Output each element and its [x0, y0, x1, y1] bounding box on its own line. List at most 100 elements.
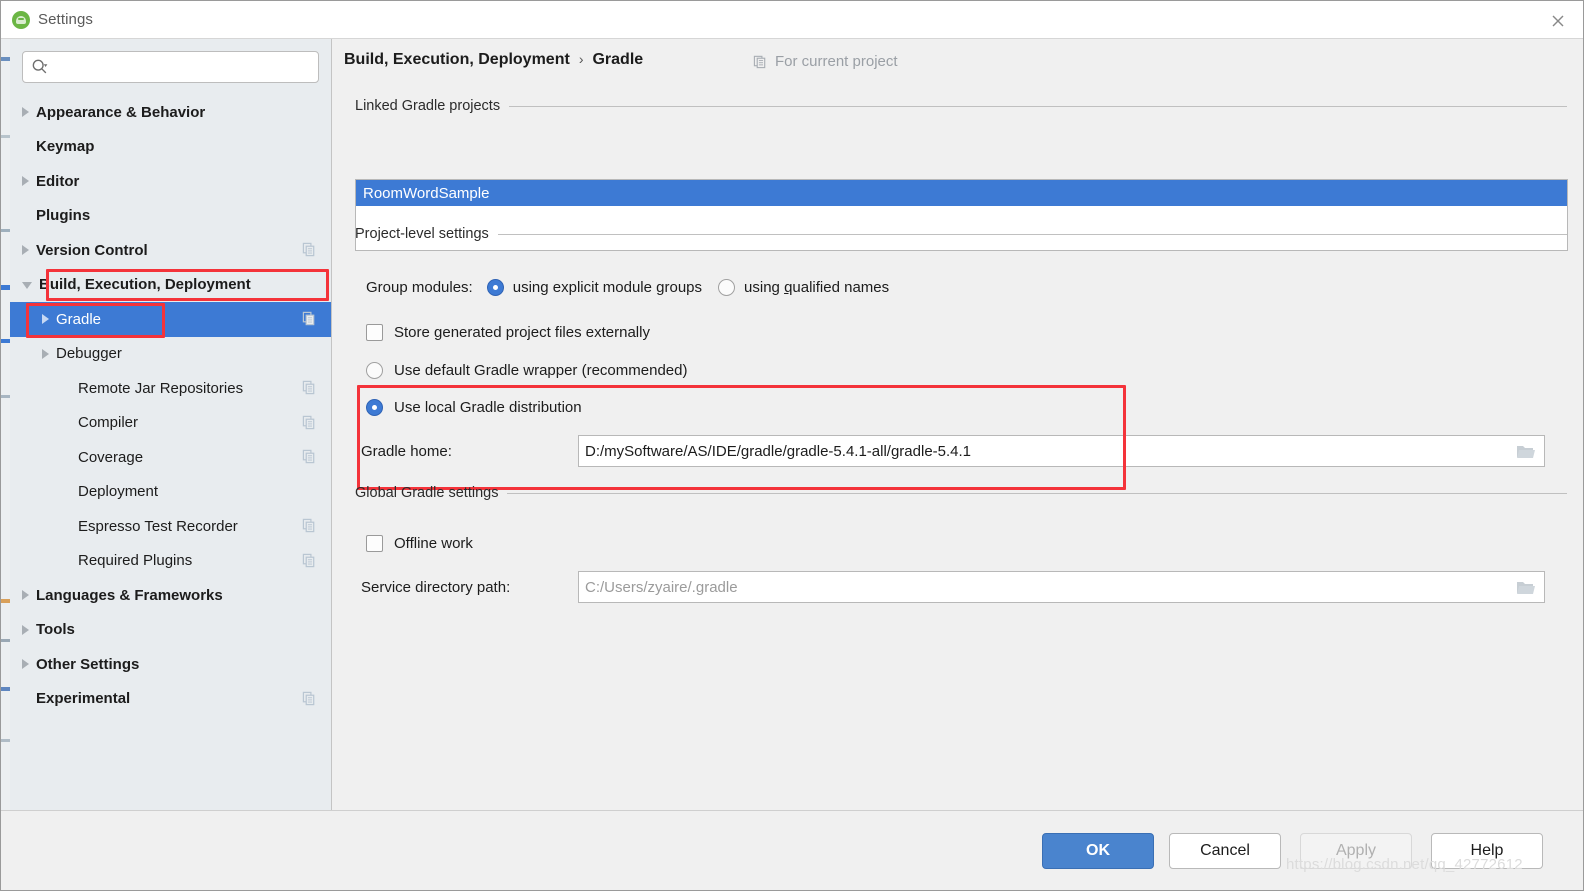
- checkbox-offline-work[interactable]: [366, 535, 383, 552]
- apply-button[interactable]: Apply: [1300, 833, 1412, 869]
- search-container: [10, 39, 331, 83]
- chevron-right-icon[interactable]: [22, 624, 29, 635]
- copy-settings-icon: [302, 553, 317, 572]
- copy-settings-icon: [302, 242, 317, 261]
- sidebar-item-label: Required Plugins: [78, 552, 193, 570]
- radio-use-default-gradle-wrapper[interactable]: [366, 362, 383, 379]
- section-header-global: Global Gradle settings: [355, 485, 1567, 501]
- sidebar-item-experimental[interactable]: Experimental: [10, 682, 331, 717]
- chevron-right-icon[interactable]: [22, 176, 29, 187]
- sidebar-item-deployment[interactable]: Deployment: [10, 475, 331, 510]
- sidebar-item-tools[interactable]: Tools: [10, 613, 331, 648]
- search-icon: [31, 58, 49, 76]
- section-label-linked: Linked Gradle projects: [355, 98, 501, 114]
- cancel-button[interactable]: Cancel: [1169, 833, 1281, 869]
- section-rule: [507, 492, 1567, 494]
- sidebar-item-label: Gradle: [56, 310, 102, 328]
- breadcrumb-parent[interactable]: Build, Execution, Deployment: [344, 51, 570, 69]
- gradle-home-input[interactable]: D:/mySoftware/AS/IDE/gradle/gradle-5.4.1…: [578, 435, 1545, 467]
- sidebar-item-label: Build, Execution, Deployment: [39, 276, 251, 294]
- dialog-footer: OK Cancel Apply Help: [1, 810, 1583, 890]
- sidebar-item-coverage[interactable]: Coverage: [10, 440, 331, 475]
- section-label-project-level: Project-level settings: [355, 226, 489, 242]
- copy-settings-icon: [302, 415, 317, 434]
- radio-label-use-local-gradle-distribution: Use local Gradle distribution: [394, 399, 582, 416]
- copy-settings-icon: [302, 449, 317, 468]
- sidebar-item-label: Keymap: [36, 138, 95, 156]
- radio-using-qualified-names[interactable]: [718, 279, 736, 296]
- sidebar-item-label: Tools: [36, 621, 75, 639]
- radio-label-using-qualified-names: using qualified names: [744, 279, 890, 296]
- sidebar-item-languages-frameworks[interactable]: Languages & Frameworks: [10, 578, 331, 613]
- project-scope-icon: [753, 54, 768, 69]
- gradle-home-label: Gradle home:: [361, 443, 452, 460]
- list-item[interactable]: RoomWordSample: [356, 180, 1567, 206]
- for-current-project-label: For current project: [775, 53, 898, 70]
- sidebar-item-editor[interactable]: Editor: [10, 164, 331, 199]
- copy-settings-icon: [302, 311, 317, 330]
- help-button[interactable]: Help: [1431, 833, 1543, 869]
- sidebar-item-espresso-test-recorder[interactable]: Espresso Test Recorder: [10, 509, 331, 544]
- section-label-global: Global Gradle settings: [355, 485, 499, 501]
- search-box[interactable]: [22, 51, 319, 83]
- checkbox-store-generated-project-files-externally[interactable]: [366, 324, 383, 341]
- left-edge-strip: [1, 39, 10, 890]
- sidebar-item-label: Espresso Test Recorder: [78, 517, 238, 535]
- sidebar-item-debugger[interactable]: Debugger: [10, 337, 331, 372]
- sidebar-item-version-control[interactable]: Version Control: [10, 233, 331, 268]
- use-local-distribution-row[interactable]: Use local Gradle distribution: [366, 399, 582, 416]
- sidebar-item-remote-jar-repositories[interactable]: Remote Jar Repositories: [10, 371, 331, 406]
- store-externally-row[interactable]: Store generated project files externally: [366, 324, 650, 341]
- sidebar-item-label: Remote Jar Repositories: [78, 379, 244, 397]
- sidebar-item-keymap[interactable]: Keymap: [10, 130, 331, 165]
- chevron-right-icon[interactable]: [22, 107, 29, 118]
- checkbox-label-offline-work: Offline work: [394, 535, 473, 552]
- settings-tree: Appearance & Behavior Keymap Editor Plugins…: [10, 95, 331, 716]
- group-modules-label: Group modules:: [366, 279, 473, 296]
- sidebar-item-label: Appearance & Behavior: [36, 103, 206, 121]
- breadcrumb-current: Gradle: [592, 51, 644, 68]
- android-studio-icon: [12, 10, 30, 29]
- sidebar-item-plugins[interactable]: Plugins: [10, 199, 331, 234]
- sidebar-item-label: Coverage: [78, 448, 144, 466]
- service-directory-label-row: Service directory path:: [361, 579, 510, 596]
- sidebar-item-appearance-behavior[interactable]: Appearance & Behavior: [10, 95, 331, 130]
- service-directory-path-input[interactable]: C:/Users/zyaire/.gradle: [578, 571, 1545, 603]
- chevron-down-icon[interactable]: [22, 282, 32, 290]
- radio-use-local-gradle-distribution[interactable]: [366, 399, 383, 416]
- radio-using-explicit-module-groups[interactable]: [486, 279, 504, 296]
- sidebar-item-label: Debugger: [56, 345, 122, 363]
- sidebar-item-label: Experimental: [36, 690, 131, 708]
- section-header-project-level: Project-level settings: [355, 226, 1567, 242]
- chevron-right-icon[interactable]: [22, 590, 29, 601]
- breadcrumb-separator: ›: [578, 51, 584, 67]
- sidebar-item-other-settings[interactable]: Other Settings: [10, 647, 331, 682]
- sidebar-item-gradle[interactable]: Gradle: [10, 302, 331, 337]
- copy-settings-icon: [302, 691, 317, 710]
- chevron-right-icon[interactable]: [22, 659, 29, 670]
- radio-label-using-explicit-module-groups: using explicit module groups: [512, 279, 703, 296]
- section-rule: [509, 105, 1567, 107]
- chevron-right-icon[interactable]: [42, 314, 49, 325]
- gradle-home-value: D:/mySoftware/AS/IDE/gradle/gradle-5.4.1…: [585, 442, 972, 460]
- gradle-home-label-row: Gradle home:: [361, 443, 452, 460]
- sidebar-item-required-plugins[interactable]: Required Plugins: [10, 544, 331, 579]
- close-icon[interactable]: [1547, 10, 1569, 32]
- sidebar-item-compiler[interactable]: Compiler: [10, 406, 331, 441]
- sidebar-item-label: Languages & Frameworks: [36, 586, 223, 604]
- use-default-wrapper-row[interactable]: Use default Gradle wrapper (recommended): [366, 362, 687, 379]
- sidebar-item-label: Plugins: [36, 207, 91, 225]
- chevron-right-icon[interactable]: [22, 245, 29, 256]
- chevron-right-icon[interactable]: [42, 348, 49, 359]
- ok-button[interactable]: OK: [1042, 833, 1154, 869]
- sidebar-item-build-execution-deployment[interactable]: Build, Execution, Deployment: [10, 268, 331, 303]
- breadcrumb: Build, Execution, Deployment › Gradle: [344, 51, 643, 69]
- section-rule: [497, 233, 1567, 235]
- offline-work-row[interactable]: Offline work: [366, 535, 473, 552]
- linked-project-name: RoomWordSample: [363, 184, 490, 202]
- folder-icon[interactable]: [1516, 443, 1536, 464]
- folder-icon[interactable]: [1516, 579, 1536, 600]
- radio-label-use-default-gradle-wrapper: Use default Gradle wrapper (recommended): [394, 362, 688, 379]
- search-input[interactable]: [53, 58, 310, 76]
- for-current-project-badge: For current project: [753, 53, 898, 70]
